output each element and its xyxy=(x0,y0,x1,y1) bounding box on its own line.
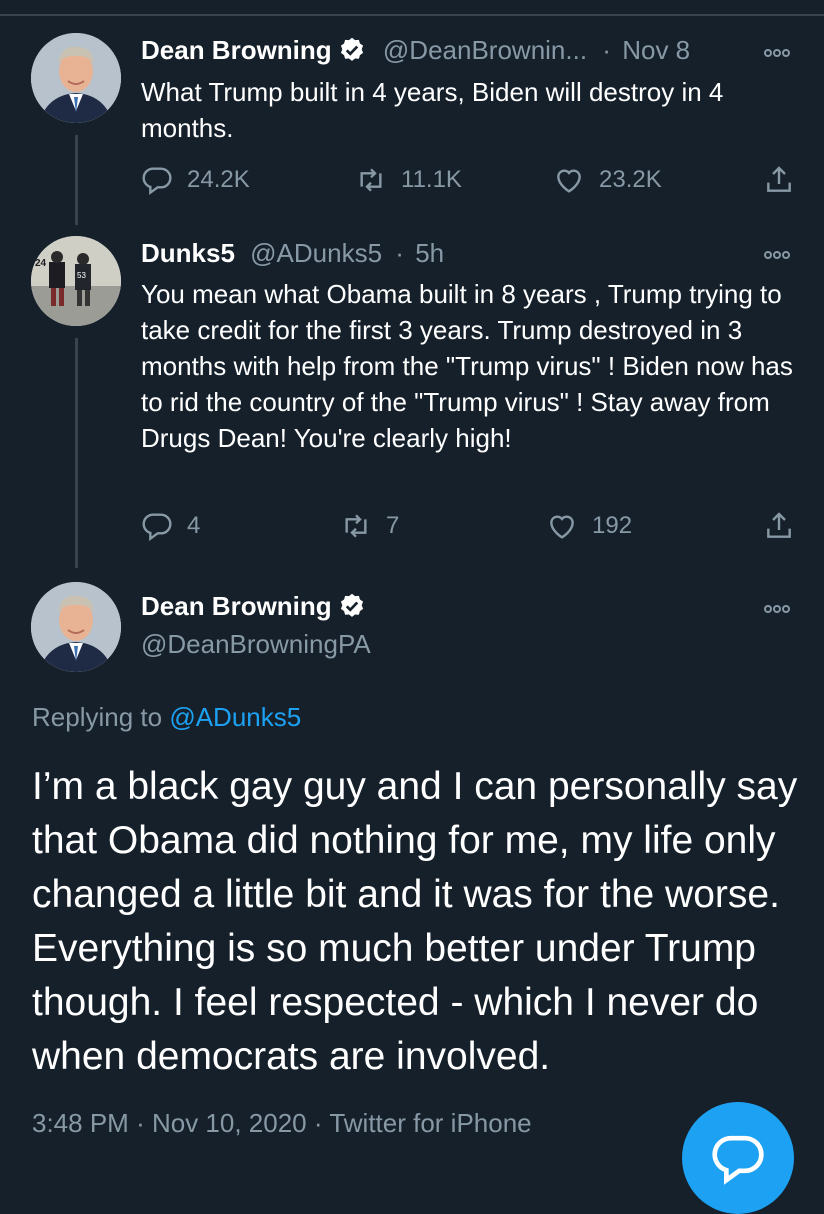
retweet-icon xyxy=(360,168,382,192)
tweet1-header: Dean Browning @DeanBrownin... · Nov 8 xyxy=(141,34,690,66)
tweet1-time[interactable]: Nov 8 xyxy=(622,35,690,65)
avatar-hockey-players: 24 53 xyxy=(31,236,121,326)
avatar-portrait xyxy=(31,582,121,672)
tweet2-text: You mean what Obama built in 8 years , T… xyxy=(141,279,793,453)
tweet2-like-button[interactable]: 192 xyxy=(546,510,632,542)
avatar-portrait xyxy=(31,33,121,123)
compose-icon xyxy=(712,1135,764,1185)
tweet1-display-name[interactable]: Dean Browning xyxy=(141,35,332,65)
tweet-time[interactable]: 3:48 PM xyxy=(32,1108,129,1138)
thread-line-1 xyxy=(75,135,78,225)
more-options-icon[interactable] xyxy=(764,246,798,260)
tweet2-retweet-count: 7 xyxy=(386,512,400,539)
tweet2-display-name[interactable]: Dunks5 xyxy=(141,238,235,268)
tweet2-handle[interactable]: @ADunks5 xyxy=(250,238,382,268)
verified-badge-icon xyxy=(340,37,363,61)
tweet1-reply-count: 24.2K xyxy=(187,166,250,193)
replying-to-prefix: Replying to xyxy=(32,702,163,732)
tweet1-handle[interactable]: @DeanBrownin... xyxy=(383,35,587,65)
tweet-source[interactable]: Twitter for iPhone xyxy=(329,1108,531,1138)
like-icon xyxy=(550,515,574,539)
avatar-dunks5[interactable]: 24 53 xyxy=(31,236,121,326)
tweet2-reply-button[interactable]: 4 xyxy=(141,510,200,542)
tweet1-like-button[interactable]: 23.2K xyxy=(553,164,662,196)
tweet1-retweet-count: 11.1K xyxy=(401,166,462,193)
svg-text:24: 24 xyxy=(35,258,47,269)
share-icon xyxy=(767,166,791,192)
meta-separator: · xyxy=(136,1108,145,1138)
share-icon xyxy=(767,512,791,538)
tweet2-separator: · xyxy=(395,238,404,268)
more-options-icon[interactable] xyxy=(764,44,798,58)
tweet2-retweet-button[interactable]: 7 xyxy=(340,510,399,542)
tweet1-reply-button[interactable]: 24.2K xyxy=(141,164,250,196)
verified-badge-icon xyxy=(340,593,363,617)
tweet1-separator: · xyxy=(602,35,611,65)
tweet-date[interactable]: Nov 10, 2020 xyxy=(152,1108,307,1138)
focused-display-name-row: Dean Browning xyxy=(141,590,366,622)
reply-icon xyxy=(142,513,172,542)
thread-line-2 xyxy=(75,338,78,568)
avatar-dean-browning[interactable] xyxy=(31,582,121,672)
tweet1-like-count: 23.2K xyxy=(599,166,662,193)
reply-icon xyxy=(142,167,172,196)
retweet-icon xyxy=(345,514,367,538)
tweet-meta: 3:48 PM · Nov 10, 2020 · Twitter for iPh… xyxy=(32,1108,532,1139)
tweet2-header: Dunks5 @ADunks5 · 5h xyxy=(141,237,444,269)
svg-text:53: 53 xyxy=(77,271,86,280)
tweet2-reply-count: 4 xyxy=(187,512,201,539)
replying-to-link[interactable]: @ADunks5 xyxy=(169,702,301,732)
more-options-icon[interactable] xyxy=(764,600,798,614)
avatar-dean-browning[interactable] xyxy=(31,33,121,123)
focused-display-name[interactable]: Dean Browning xyxy=(141,591,332,621)
meta-separator: · xyxy=(313,1108,323,1138)
tweet1-share-button[interactable] xyxy=(763,164,809,196)
focused-handle[interactable]: @DeanBrowningPA xyxy=(141,628,371,660)
replying-to: Replying to @ADunks5 xyxy=(32,702,301,733)
tweet2-share-button[interactable] xyxy=(763,510,809,542)
tweet2-time[interactable]: 5h xyxy=(415,238,444,268)
tweet1-text: What Trump built in 4 years, Biden will … xyxy=(141,77,724,143)
top-divider xyxy=(0,14,824,16)
compose-button[interactable] xyxy=(682,1102,794,1214)
tweet1-retweet-button[interactable]: 11.1K xyxy=(355,164,462,196)
focused-tweet-text: I’m a black gay guy and I can personally… xyxy=(32,765,798,1078)
like-icon xyxy=(557,169,581,193)
tweet2-like-count: 192 xyxy=(592,512,633,539)
